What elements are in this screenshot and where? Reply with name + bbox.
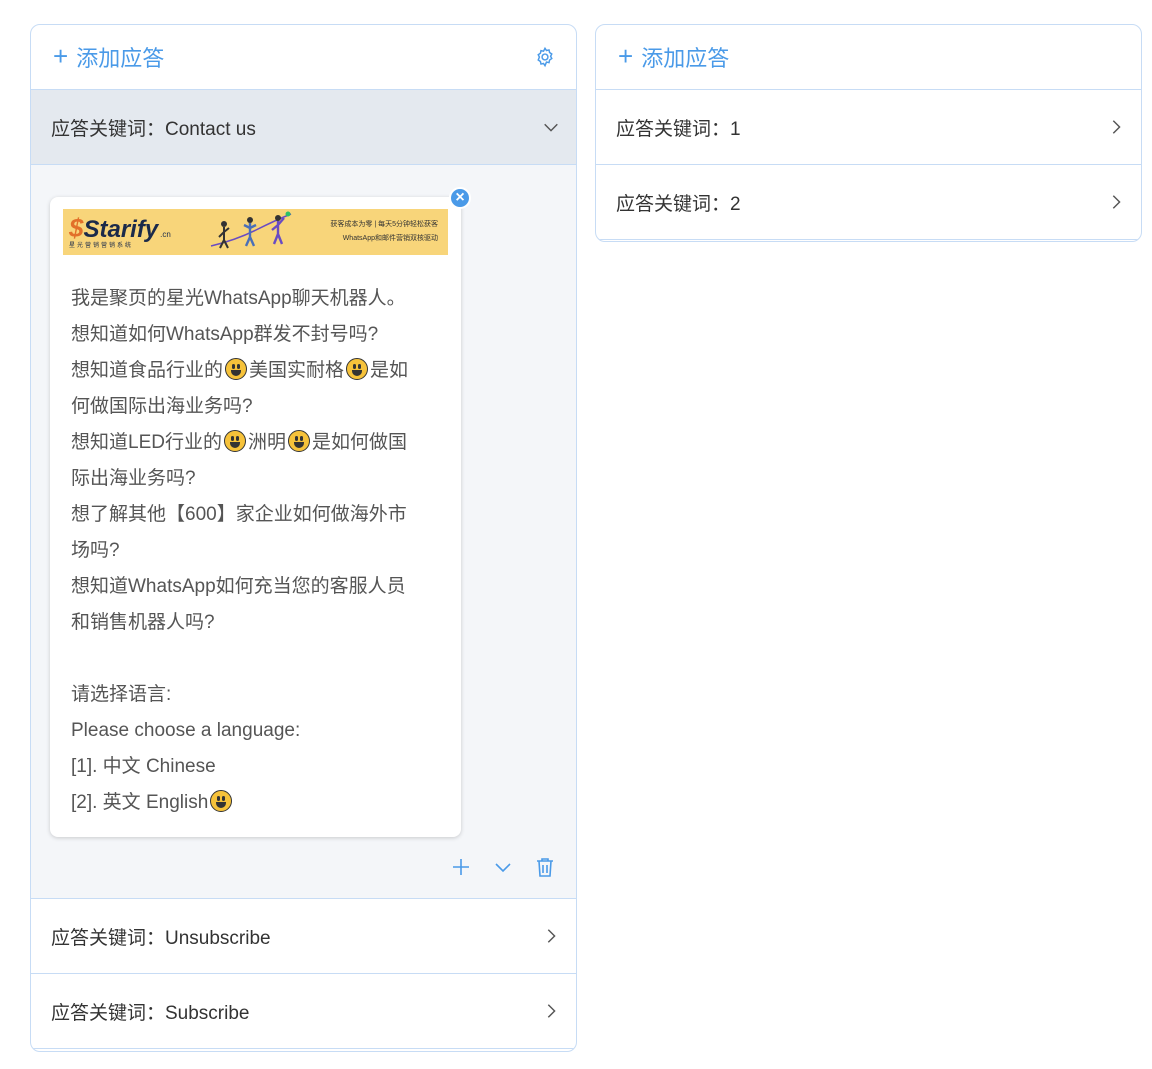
brand-logo: $ Starify .cn 星光营销营销系统 (69, 213, 171, 249)
chevron-down-icon[interactable] (542, 118, 560, 136)
plus-icon[interactable] (450, 856, 472, 878)
grinning-emoji-icon (225, 358, 248, 380)
add-response-button[interactable]: + 添加应答 (53, 41, 164, 73)
keyword-row-contact-us[interactable]: 应答关键词：Contact us (31, 90, 576, 165)
chevron-right-icon[interactable] (1107, 118, 1125, 136)
banner-image: $ Starify .cn 星光营销营销系统 获客成本为零 | 每天5分钟轻松获… (63, 209, 448, 255)
chevron-down-icon[interactable] (492, 856, 514, 878)
message-text: 我是聚页的星光WhatsApp聊天机器人。 想知道如何WhatsApp群发不封号… (71, 288, 409, 813)
keyword-row-unsubscribe[interactable]: 应答关键词：Unsubscribe (31, 899, 576, 974)
keyword-row-subscribe[interactable]: 应答关键词：Subscribe (31, 974, 576, 1049)
left-response-panel: + 添加应答 应答关键词：Contact us × $ Starify .cn (30, 24, 577, 1052)
add-response-label: 添加应答 (76, 46, 165, 71)
keyword-row-1[interactable]: 应答关键词：1 (596, 90, 1141, 165)
chevron-right-icon[interactable] (542, 1002, 560, 1020)
keyword-label: 应答关键词：2 (616, 193, 741, 215)
card-actions (450, 856, 556, 878)
right-panel-header: + 添加应答 (596, 25, 1141, 90)
keyword-label: 应答关键词：1 (616, 118, 741, 140)
chevron-right-icon[interactable] (542, 927, 560, 945)
expanded-response-area: × $ Starify .cn 星光营销营销系统 获客成本为零 | 每天5分钟轻… (31, 165, 576, 899)
plus-icon: + (53, 41, 69, 71)
grinning-emoji-icon (223, 430, 246, 452)
chevron-right-icon[interactable] (1107, 193, 1125, 211)
keyword-label: 应答关键词：Subscribe (51, 1002, 250, 1024)
grinning-emoji-icon (287, 430, 310, 452)
message-card[interactable]: × $ Starify .cn 星光营销营销系统 获客成本为零 | 每天5分钟轻… (50, 187, 471, 837)
gear-icon[interactable] (534, 46, 556, 68)
keyword-row-2[interactable]: 应答关键词：2 (596, 165, 1141, 240)
left-panel-header: + 添加应答 (31, 25, 576, 90)
close-icon[interactable]: × (449, 187, 471, 209)
add-response-button[interactable]: + 添加应答 (618, 41, 729, 73)
grinning-emoji-icon (346, 358, 369, 380)
trash-icon[interactable] (534, 856, 556, 878)
keyword-label: 应答关键词：Unsubscribe (51, 927, 271, 949)
people-illustration (210, 211, 291, 249)
plus-icon: + (618, 41, 634, 71)
grinning-emoji-icon (210, 790, 233, 812)
right-response-panel: + 添加应答 应答关键词：1 应答关键词：2 (595, 24, 1142, 242)
keyword-label: 应答关键词：Contact us (51, 118, 256, 140)
add-response-label: 添加应答 (641, 46, 730, 71)
